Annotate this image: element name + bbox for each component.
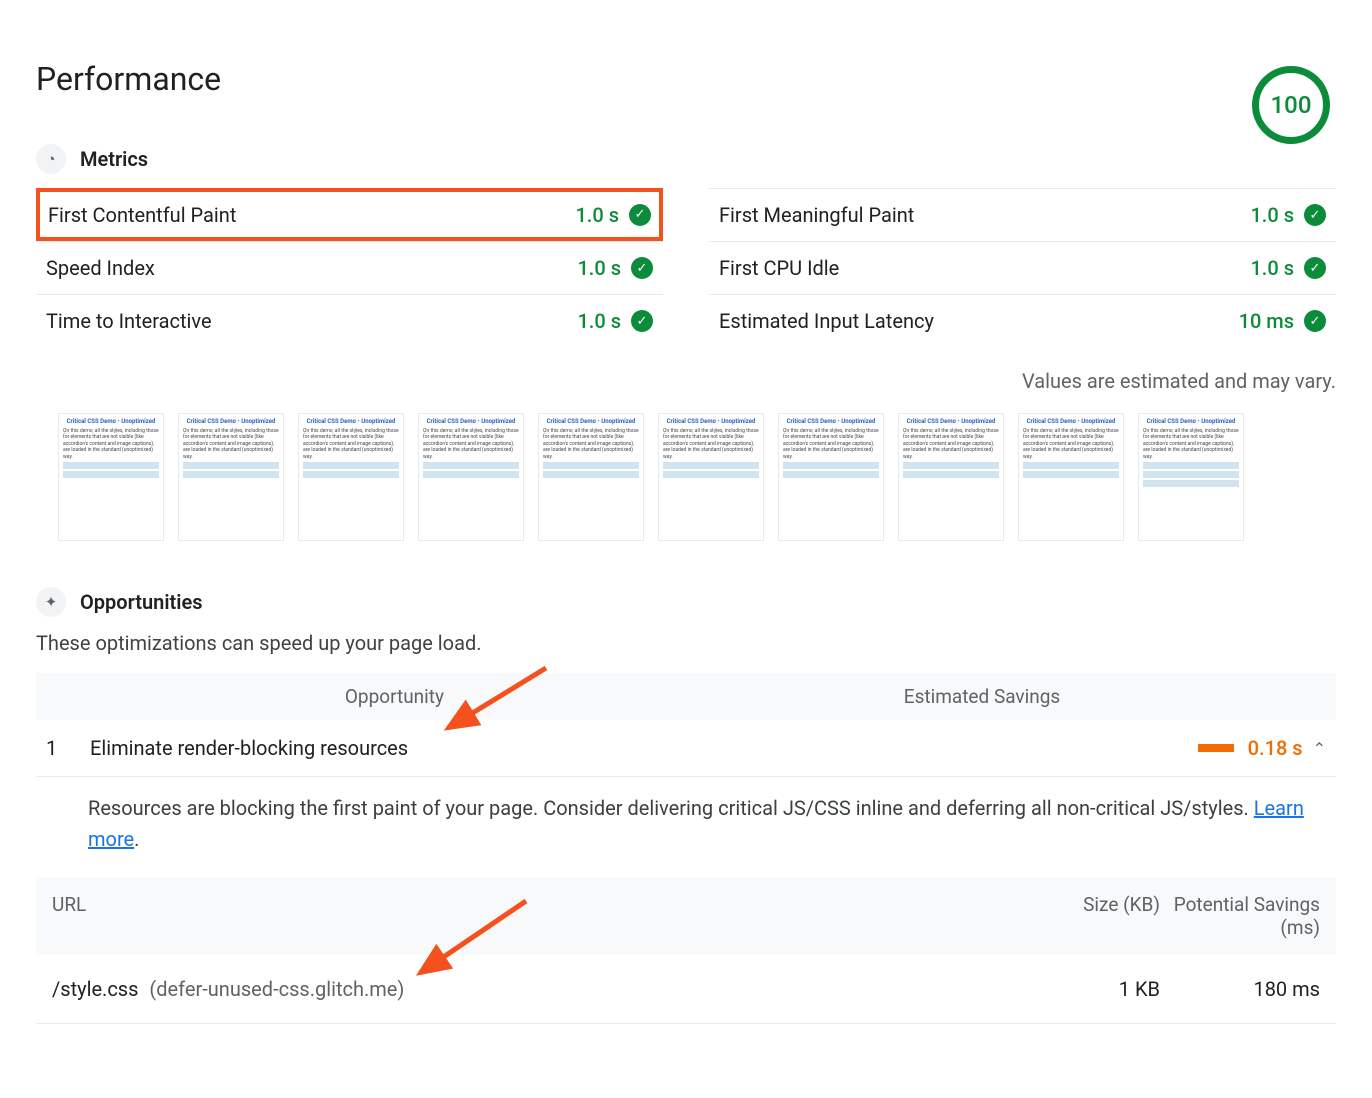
filmstrip-frame: Critical CSS Demo - UnoptimizedOn this d… — [58, 413, 164, 541]
metric-row[interactable]: First Contentful Paint 1.0 s✓ — [36, 188, 663, 241]
filmstrip-frame: Critical CSS Demo - UnoptimizedOn this d… — [898, 413, 1004, 541]
metric-row[interactable]: First Meaningful Paint 1.0 s✓ — [709, 188, 1336, 241]
filmstrip-frame: Critical CSS Demo - UnoptimizedOn this d… — [658, 413, 764, 541]
sparkle-icon: ✦ — [36, 587, 66, 617]
filmstrip-frame: Critical CSS Demo - UnoptimizedOn this d… — [1138, 413, 1244, 541]
metrics-grid: First Contentful Paint1.0 s✓First Meanin… — [36, 188, 1336, 347]
metric-value: 1.0 s✓ — [1250, 203, 1326, 227]
resource-path: /style.css — [52, 977, 138, 1001]
size-col-header: Size (KB) — [1020, 893, 1160, 939]
metric-label: Estimated Input Latency — [719, 309, 934, 333]
resource-row[interactable]: /style.css (defer-unused-css.glitch.me) … — [36, 955, 1336, 1024]
opportunities-section: ✦ Opportunities These optimizations can … — [36, 587, 1336, 1024]
opportunity-row[interactable]: 1 Eliminate render-blocking resources 0.… — [36, 720, 1336, 777]
filmstrip-frame: Critical CSS Demo - UnoptimizedOn this d… — [538, 413, 644, 541]
filmstrip-frame: Critical CSS Demo - UnoptimizedOn this d… — [418, 413, 524, 541]
opportunities-description: These optimizations can speed up your pa… — [36, 631, 1336, 655]
metric-label: Speed Index — [46, 256, 155, 280]
savings-bar — [1198, 744, 1234, 752]
resource-host: (defer-unused-css.glitch.me) — [149, 977, 404, 1001]
opportunities-table-header: Opportunity Estimated Savings — [36, 673, 1336, 720]
check-icon: ✓ — [1304, 257, 1326, 279]
check-icon: ✓ — [631, 310, 653, 332]
opportunities-section-header: ✦ Opportunities — [36, 587, 1336, 617]
opportunity-name: Eliminate render-blocking resources — [90, 736, 1198, 760]
metrics-footnote: Values are estimated and may vary. — [36, 369, 1336, 393]
metric-value: 1.0 s✓ — [1250, 256, 1326, 280]
opportunity-index: 1 — [46, 736, 90, 760]
filmstrip-frame: Critical CSS Demo - UnoptimizedOn this d… — [178, 413, 284, 541]
metrics-title: Metrics — [80, 147, 148, 171]
check-icon: ✓ — [1304, 204, 1326, 226]
opportunities-title: Opportunities — [80, 590, 203, 614]
check-icon: ✓ — [629, 204, 651, 226]
metrics-section-header: ◔ Metrics — [36, 144, 1336, 174]
filmstrip-frame: Critical CSS Demo - UnoptimizedOn this d… — [298, 413, 404, 541]
page-title: Performance — [36, 60, 221, 98]
performance-score-gauge: 100 — [1252, 66, 1330, 144]
opportunity-detail: Resources are blocking the first paint o… — [36, 777, 1336, 877]
metric-value: 1.0 s✓ — [577, 256, 653, 280]
potential-savings-col-header: Potential Savings (ms) — [1160, 893, 1320, 939]
metric-row[interactable]: Time to Interactive 1.0 s✓ — [36, 294, 663, 347]
metric-value: 10 ms✓ — [1239, 309, 1326, 333]
check-icon: ✓ — [1304, 310, 1326, 332]
chevron-up-icon[interactable]: ⌃ — [1313, 739, 1326, 758]
url-col-header: URL — [52, 893, 1020, 939]
opportunity-savings: 0.18 s — [1248, 736, 1303, 760]
stopwatch-icon: ◔ — [36, 144, 66, 174]
metric-value: 1.0 s✓ — [577, 309, 653, 333]
check-icon: ✓ — [631, 257, 653, 279]
resource-table-header: URL Size (KB) Potential Savings (ms) — [36, 877, 1336, 955]
metric-label: First Contentful Paint — [48, 203, 236, 227]
metric-row[interactable]: First CPU Idle 1.0 s✓ — [709, 241, 1336, 294]
resource-savings: 180 ms — [1160, 977, 1320, 1001]
metric-row[interactable]: Estimated Input Latency 10 ms✓ — [709, 294, 1336, 347]
savings-col-header: Estimated Savings — [444, 685, 1320, 708]
opportunity-detail-text: Resources are blocking the first paint o… — [88, 796, 1254, 820]
filmstrip-frame: Critical CSS Demo - UnoptimizedOn this d… — [1018, 413, 1124, 541]
metric-row[interactable]: Speed Index 1.0 s✓ — [36, 241, 663, 294]
metric-value: 1.0 s✓ — [575, 203, 651, 227]
resource-size: 1 KB — [1020, 977, 1160, 1001]
metric-label: First CPU Idle — [719, 256, 839, 280]
opportunity-col-header: Opportunity — [52, 685, 444, 708]
filmstrip-frame: Critical CSS Demo - UnoptimizedOn this d… — [778, 413, 884, 541]
metric-label: Time to Interactive — [46, 309, 212, 333]
filmstrip: Critical CSS Demo - UnoptimizedOn this d… — [58, 413, 1336, 541]
metric-label: First Meaningful Paint — [719, 203, 914, 227]
